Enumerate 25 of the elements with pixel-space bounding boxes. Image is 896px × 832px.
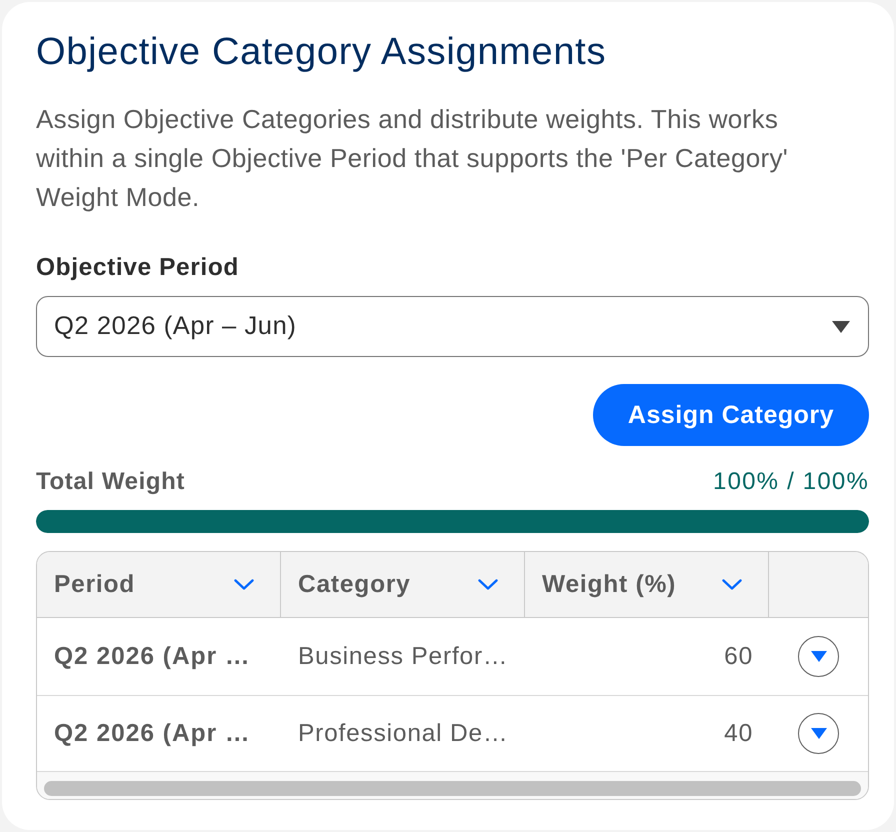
- card-description: Assign Objective Categories and distribute weights. This works within a single Objective Period that supports the 'Per Category' Weight Mode.: [36, 103, 790, 214]
- table-cell-text: Q2 2026 (Apr …: [53, 642, 252, 670]
- chevron-down-icon: [478, 579, 498, 590]
- table-cell-text: 40: [723, 720, 754, 748]
- caret-down-icon: [832, 320, 850, 332]
- column-header[interactable]: Category: [281, 552, 525, 617]
- chevron-down-icon: [722, 579, 742, 590]
- row-action-button[interactable]: [798, 636, 839, 677]
- caret-down-icon: [810, 651, 826, 662]
- table-cell-text: Q2 2026 (Apr …: [53, 720, 252, 748]
- table-cell-text: Business Perfor…: [297, 642, 510, 670]
- total-weight-label: Total Weight: [36, 467, 185, 497]
- column-header[interactable]: Period: [37, 552, 281, 617]
- column-header[interactable]: Weight (%): [525, 552, 769, 617]
- caret-down-icon: [810, 728, 826, 739]
- period-select[interactable]: Q2 2026 (Apr – Jun): [36, 296, 869, 357]
- card-title: Objective Category Assignments: [36, 30, 608, 74]
- assign-category-button[interactable]: Assign Category: [593, 384, 869, 446]
- field-label: Objective Period: [36, 253, 240, 283]
- total-weight-reading: 100% / 100%: [713, 467, 869, 497]
- chevron-down-icon: [234, 579, 254, 590]
- row-action-button[interactable]: [798, 713, 839, 754]
- scrollbar-thumb[interactable]: [44, 781, 861, 796]
- table-cell-text: Professional De…: [297, 720, 510, 748]
- table-cell-text: 60: [723, 642, 754, 670]
